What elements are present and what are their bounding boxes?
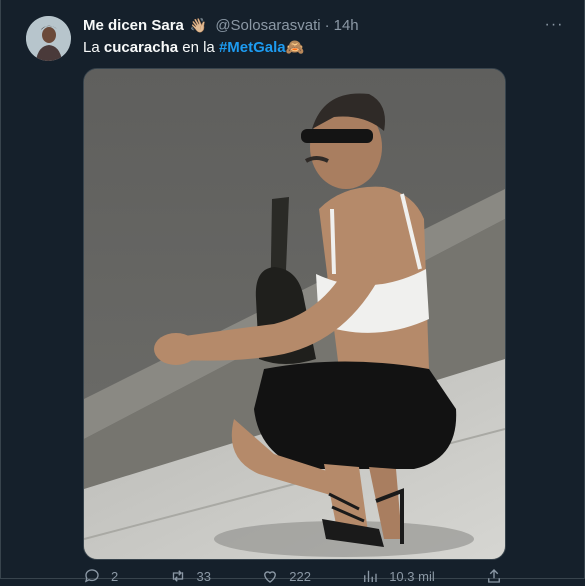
retweet-count: 33 <box>196 568 211 584</box>
tweet-text-prefix: La <box>83 39 104 56</box>
monkey-emoji: 🙈 <box>285 39 305 56</box>
timestamp[interactable]: 14h <box>334 17 359 34</box>
retweet-button[interactable]: 33 <box>169 566 211 586</box>
reply-icon <box>84 569 99 583</box>
like-count: 222 <box>289 568 311 584</box>
avatar-image <box>26 16 71 61</box>
tweet-text-bold: cucaracha <box>103 39 179 56</box>
more-icon[interactable]: ··· <box>542 13 566 37</box>
tweet-text-middle: en la <box>178 39 219 56</box>
views-icon <box>364 570 377 582</box>
share-button[interactable] <box>485 566 503 586</box>
tweet-card[interactable]: Me dicen Sara 👋🏼 @Solosarasvati · 14h ··… <box>0 0 585 584</box>
tweet-header: Me dicen Sara 👋🏼 @Solosarasvati · 14h <box>83 15 359 35</box>
media-photo <box>84 69 505 559</box>
waving-hand-emoji: 👋🏼 <box>189 16 208 33</box>
retweet-icon <box>172 570 183 582</box>
separator-dot: · <box>324 16 330 34</box>
tweet-actions: 2 33 222 10.3 mil <box>83 566 503 586</box>
reply-button[interactable]: 2 <box>83 566 118 586</box>
views-button[interactable]: 10.3 mil <box>361 566 435 586</box>
hashtag-link[interactable]: #MetGala <box>219 39 286 56</box>
views-count: 10.3 mil <box>389 568 435 584</box>
reply-count: 2 <box>111 568 119 584</box>
like-button[interactable]: 222 <box>261 566 311 586</box>
tweet-text: La cucaracha en la #MetGala🙈 <box>83 38 304 56</box>
author-handle[interactable]: @Solosarasvati <box>215 17 320 34</box>
author-name[interactable]: Me dicen Sara <box>83 17 184 34</box>
avatar[interactable] <box>26 16 71 61</box>
tweet-media[interactable] <box>83 68 506 560</box>
like-icon <box>264 571 277 583</box>
share-icon <box>488 569 500 583</box>
